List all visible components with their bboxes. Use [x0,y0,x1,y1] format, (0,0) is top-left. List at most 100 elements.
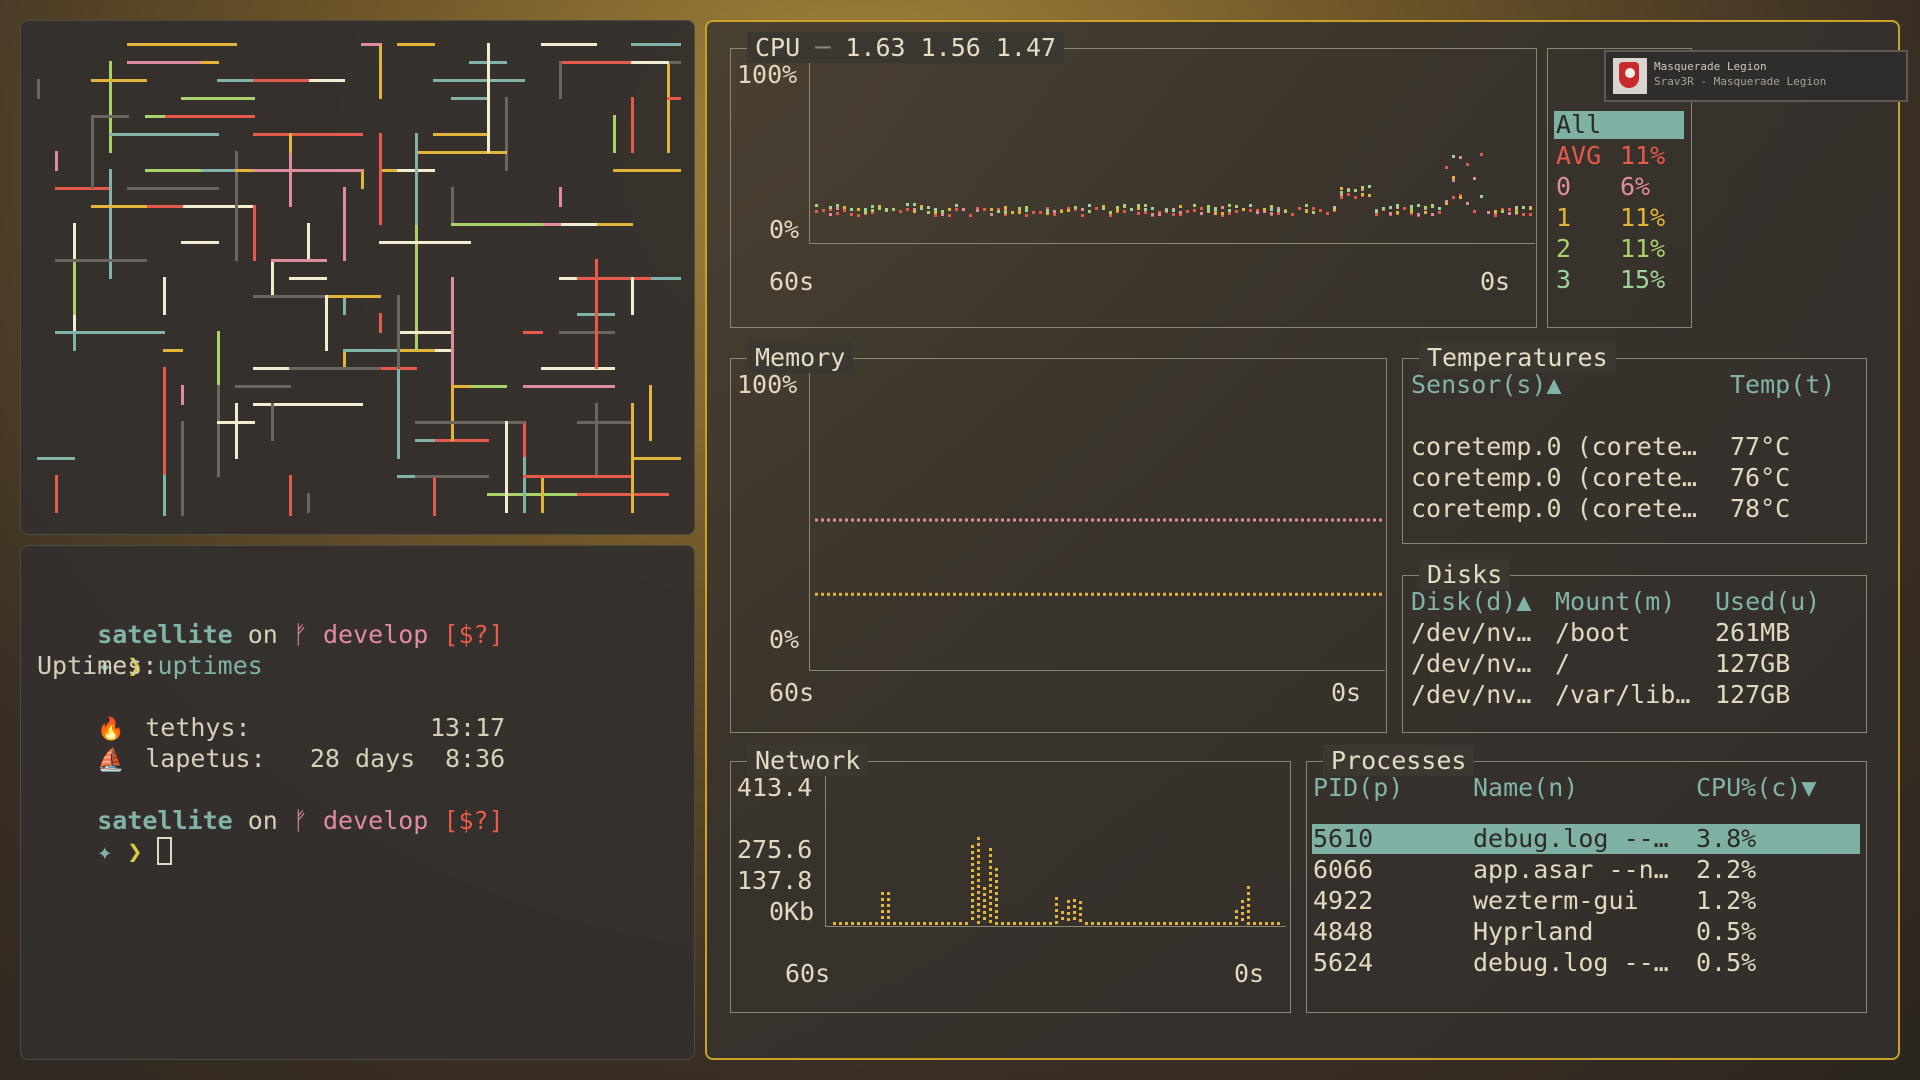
pipe-segment [505,97,508,171]
memory-graph-point [851,518,854,522]
text-cursor[interactable] [157,837,173,865]
cpu-legend-label[interactable]: All [1556,109,1601,140]
pipe-segment [397,295,400,369]
proc-col-cpu[interactable]: CPU%(c)▼ [1696,772,1816,803]
memory-graph-point [1361,592,1364,596]
disks-pane[interactable]: Disks Disk(d)▲ Mount(m) Used(u) /dev/nv…… [1402,559,1867,733]
pipe-segment [289,367,381,370]
memory-graph-point [1277,518,1280,522]
cpu-graph-point [934,211,937,214]
cpu-graph-point [1368,194,1371,197]
memory-graph-point [995,592,998,596]
cpu-graph-point [1480,195,1483,198]
cpu-graph-point [1494,214,1497,217]
cpu-graph-point [1228,204,1231,207]
proc-name[interactable]: debug.log --… [1473,947,1669,978]
proc-cpu[interactable]: 0.5% [1696,947,1756,978]
cpu-graph-point [1277,212,1280,215]
proc-cpu[interactable]: 1.2% [1696,885,1756,916]
memory-graph-point [941,592,944,596]
cpu-pane[interactable]: CPU ─ 1.63 1.56 1.47 100% 0% 60s 0s [730,32,1537,328]
cpu-graph-point [1186,210,1189,213]
processes-pane[interactable]: Processes PID(p) Name(n) CPU%(c)▼ 5610 de… [1306,745,1867,1013]
proc-col-pid[interactable]: PID(p) [1313,772,1403,803]
cpu-graph-point [1074,206,1077,209]
proc-pid[interactable]: 5610 [1313,823,1373,854]
proc-col-name[interactable]: Name(n) [1473,772,1578,803]
memory-graph-point [1295,592,1298,596]
cpu-graph-point [857,214,860,217]
memory-graph-point [1097,592,1100,596]
cpu-graph-point [1144,211,1147,214]
proc-name[interactable]: wezterm-gui [1473,885,1639,916]
network-graph-point [959,922,962,925]
cpu-graph-point [1256,211,1259,214]
pipe-segment [253,79,309,82]
cpu-legend-label[interactable]: 1 [1556,202,1571,233]
proc-pid[interactable]: 5624 [1313,947,1373,978]
pipe-segment [361,169,364,189]
memory-graph-point [821,592,824,596]
disk-col-used[interactable]: Used(u) [1715,586,1820,617]
cpu-legend-label[interactable]: AVG [1556,140,1601,171]
network-graph-point [947,922,950,925]
network-graph-point [1049,922,1052,925]
pipe-segment [523,331,543,334]
proc-cpu[interactable]: 3.8% [1696,823,1756,854]
memory-graph-point [1205,518,1208,522]
memory-graph-point [1229,518,1232,522]
cpu-legend-label[interactable]: 2 [1556,233,1571,264]
proc-pid[interactable]: 4922 [1313,885,1373,916]
network-graph-point [953,922,956,925]
system-monitor-window[interactable]: CPU ─ 1.63 1.56 1.47 100% 0% 60s 0s All A… [705,20,1900,1060]
pipes-window[interactable] [20,20,695,535]
memory-graph-point [875,592,878,596]
proc-name[interactable]: debug.log --… [1473,823,1669,854]
disk-col-disk[interactable]: Disk(d)▲ [1411,586,1531,617]
proc-name[interactable]: Hyprland [1473,916,1593,947]
pipe-segment [631,457,681,460]
temperatures-pane[interactable]: Temperatures Sensor(s)▲ Temp(t) coretemp… [1402,342,1867,544]
memory-pane[interactable]: Memory 100% 0% 60s 0s [730,342,1387,733]
memory-graph-point [1295,518,1298,522]
cpu-graph-point [1522,206,1525,209]
cpu-graph-point [1459,156,1462,159]
proc-cpu[interactable]: 0.5% [1696,916,1756,947]
cpu-legend-label[interactable]: 0 [1556,171,1571,202]
memory-graph-point [1253,518,1256,522]
cpu-graph-point [1529,213,1532,216]
disk-col-mount[interactable]: Mount(m) [1555,586,1675,617]
proc-pid[interactable]: 4848 [1313,916,1373,947]
network-graph-point [1097,922,1100,925]
cpu-graph-point [836,207,839,210]
proc-pid[interactable]: 6066 [1313,854,1373,885]
pipe-segment [433,475,436,516]
proc-name[interactable]: app.asar --n… [1473,854,1669,885]
cpu-legend-label[interactable]: 3 [1556,264,1571,295]
cpu-graph-point [1116,206,1119,209]
memory-graph-point [965,592,968,596]
temp-col-temp[interactable]: Temp(t) [1730,369,1835,400]
cpu-graph-point [1088,204,1091,207]
terminal-window[interactable]: satellite on ᚠ develop [$?] ✦ ❯ uptimes … [20,545,695,1060]
memory-graph-point [1181,518,1184,522]
cpu-graph-point [1144,208,1147,211]
pipe-segment [235,403,238,459]
cpu-graph-point [1361,193,1364,196]
memory-graph-point [1235,518,1238,522]
pipe-segment [415,439,435,442]
network-pane[interactable]: Network 413.4 275.6 137.8 0Kb 60s 0s [730,745,1291,1013]
pipe-segment [397,43,435,46]
input-line[interactable]: ✦ ❯ [37,805,173,898]
cpu-graph-point [1221,212,1224,215]
network-graph-point [995,898,998,901]
cpu-graph-point [955,204,958,207]
network-graph-point [983,905,986,908]
temp-col-sensor[interactable]: Sensor(s)▲ [1411,369,1562,400]
proc-cpu[interactable]: 2.2% [1696,854,1756,885]
network-graph-point [1091,922,1094,925]
cpu-graph-point [1326,212,1329,215]
pipe-segment [649,385,652,441]
music-notification[interactable]: Masquerade Legion Srav3R - Masquerade Le… [1604,50,1908,102]
memory-graph-point [941,518,944,522]
